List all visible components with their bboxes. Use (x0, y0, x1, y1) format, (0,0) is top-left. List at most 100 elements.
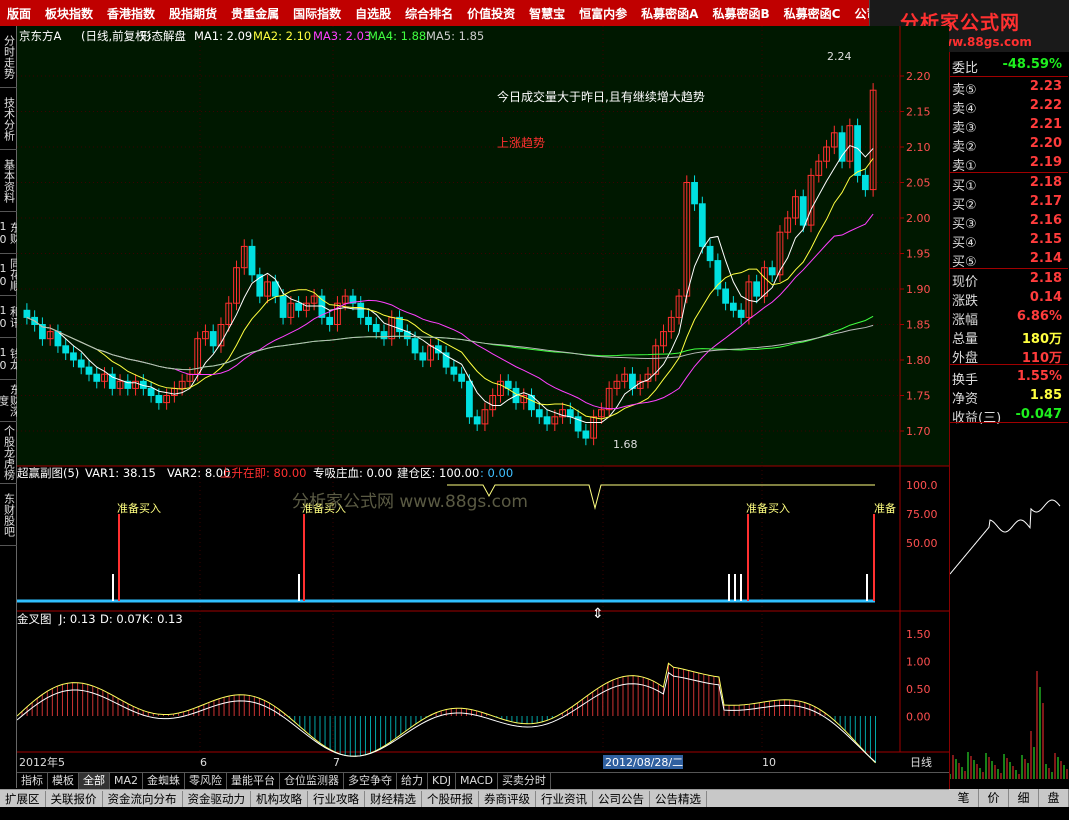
candle-body (209, 331, 217, 347)
quote-row: 总量 180万 (952, 332, 1062, 347)
left-tab-1[interactable]: 技术分析 (0, 88, 17, 150)
extension-tab-4[interactable]: 机构攻略 (251, 790, 308, 807)
indicator-tab-6[interactable]: 量能平台 (227, 773, 281, 789)
indicator-tab-1[interactable]: 模板 (48, 773, 79, 789)
candle-body (357, 302, 365, 318)
indicator-tab-2[interactable]: 全部 (79, 773, 110, 789)
top-menu-item-3[interactable]: 股指期货 (162, 5, 224, 22)
intraday-line (950, 499, 1061, 575)
right-bottom-tab-2[interactable]: 细 (1009, 789, 1039, 807)
indicator-tab-5[interactable]: 零风险 (185, 773, 228, 789)
weibi-row: 委比 -48.59% (952, 57, 1062, 76)
quote-row: 净资 1.85 (952, 388, 1062, 407)
indicator-tab-4[interactable]: 金蜘蛛 (143, 773, 186, 789)
candle-body (768, 267, 776, 276)
top-menu-item-12[interactable]: 私募密函B (705, 5, 776, 22)
quote-row: 卖③ 2.21 (952, 117, 1062, 136)
date-cursor: 2012/08/28/二 (605, 756, 683, 769)
left-tab-4[interactable]: 同花顺10 (0, 254, 22, 296)
candle-body (473, 416, 481, 425)
top-menu-item-11[interactable]: 私募密函A (634, 5, 705, 22)
indicator-tab-9[interactable]: 给力 (397, 773, 429, 789)
extension-tab-1[interactable]: 关联报价 (46, 790, 103, 807)
weibi-value: -48.59% (1002, 57, 1062, 72)
left-tab-6[interactable]: 钱龙10 (0, 338, 22, 380)
quote-row: 卖④ 2.22 (952, 98, 1062, 117)
price-tick: 2.00 (906, 212, 931, 225)
sub2-tick: 1.50 (906, 628, 931, 641)
left-tab-0[interactable]: 分时走势 (0, 26, 17, 88)
top-menu-item-5[interactable]: 国际指数 (286, 5, 348, 22)
extension-tab-7[interactable]: 个股研报 (422, 790, 479, 807)
ma4-label: MA4: 1.88 (368, 29, 426, 43)
top-menu-item-8[interactable]: 价值投资 (460, 5, 522, 22)
extension-tab-8[interactable]: 券商评级 (479, 790, 536, 807)
quote-row: 买③ 2.16 (952, 213, 1062, 232)
extension-tab-9[interactable]: 行业资讯 (536, 790, 593, 807)
extension-tab-3[interactable]: 资金驱动力 (183, 790, 251, 807)
candle-body (295, 302, 302, 311)
resize-handle-icon[interactable]: ⇕ (592, 606, 604, 622)
candle-body (419, 352, 427, 361)
candle-body (737, 309, 745, 318)
extension-tab-10[interactable]: 公司公告 (593, 790, 650, 807)
sub2-j: J: 0.13 (58, 612, 96, 626)
quote-panel: 委比 -48.59% 卖⑤ 2.23 卖④ 2.22 卖③ 2.21 卖② 2.20 卖① 2.1… (949, 52, 1069, 792)
candle-body (271, 281, 279, 297)
candle-body (504, 380, 512, 389)
ma1-label: MA1: 2.09 (194, 29, 252, 43)
left-tab-7[interactable]: 东财深度 (0, 380, 22, 422)
right-bottom-tab-0[interactable]: 笔 (949, 789, 979, 807)
date-m6: 6 (200, 756, 207, 769)
top-menu-item-9[interactable]: 智慧宝 (522, 5, 572, 22)
quote-row: 换手 1.55% (952, 369, 1062, 388)
right-bottom-tab-1[interactable]: 价 (979, 789, 1009, 807)
extension-tab-11[interactable]: 公告精选 (650, 790, 707, 807)
extension-tab-2[interactable]: 资金流向分布 (103, 790, 183, 807)
top-menu-item-10[interactable]: 恒富内参 (572, 5, 634, 22)
top-menu-item-1[interactable]: 板块指数 (38, 5, 100, 22)
date-start: 2012年5 (19, 755, 65, 769)
sub1-chip: 专吸庄血: 0.00 (313, 466, 392, 480)
candle-body (279, 295, 287, 318)
indicator-tab-12[interactable]: 买卖分时 (498, 773, 551, 789)
quote-row: 现价 2.18 (952, 271, 1062, 290)
candle-body (543, 416, 551, 425)
period-tag[interactable]: 日线 (910, 755, 932, 769)
status-strip (0, 807, 1069, 820)
quote-row: 涨幅 6.86% (952, 309, 1062, 328)
left-tab-5[interactable]: 和讯10 (0, 296, 22, 338)
indicator-tab-11[interactable]: MACD (456, 773, 498, 789)
indicator-tab-0[interactable]: 指标 (17, 773, 48, 789)
candle-body (691, 182, 698, 205)
price-tick: 1.75 (906, 390, 931, 403)
left-tab-8[interactable]: 个股龙虎榜 (0, 422, 17, 484)
candle-body (442, 352, 450, 368)
extension-tab-0[interactable]: 扩展区 (0, 790, 46, 807)
top-menu-item-4[interactable]: 贵重金属 (224, 5, 286, 22)
top-menu-item-6[interactable]: 自选股 (348, 5, 398, 22)
chart-area[interactable]: 准备买入 准备买入 准备买入 准备 京东方A (日线,前复权) 形态解盘 MA1: 2… (17, 26, 949, 772)
top-menu-item-2[interactable]: 香港指数 (100, 5, 162, 22)
candle-body (698, 203, 706, 247)
extension-tab-6[interactable]: 财经精选 (365, 790, 422, 807)
candle-body (326, 316, 334, 325)
top-menu-item-7[interactable]: 综合排名 (398, 5, 460, 22)
quote-row: 卖① 2.19 (952, 155, 1062, 174)
top-menu-item-0[interactable]: 版面 (0, 5, 38, 22)
watermark: 分析家公式网 www.88gs.com (292, 492, 528, 512)
candle-body (411, 338, 419, 354)
price-tick: 1.85 (906, 319, 931, 332)
sub1-var1: VAR1: 38.15 (85, 466, 156, 480)
indicator-tab-8[interactable]: 多空争夺 (344, 773, 398, 789)
left-tab-3[interactable]: 东财10 (0, 212, 22, 254)
extension-tab-5[interactable]: 行业攻略 (308, 790, 365, 807)
right-bottom-tab-3[interactable]: 盘 (1039, 789, 1069, 807)
indicator-tab-10[interactable]: KDJ (428, 773, 456, 789)
sub2-title: 金叉图 (17, 612, 52, 626)
left-tab-2[interactable]: 基本资料 (0, 150, 17, 212)
left-tab-9[interactable]: 东财股吧 (0, 484, 17, 546)
indicator-tab-7[interactable]: 仓位监测器 (280, 773, 345, 789)
top-menu-item-13[interactable]: 私募密函C (777, 5, 848, 22)
indicator-tab-3[interactable]: MA2 (110, 773, 144, 789)
